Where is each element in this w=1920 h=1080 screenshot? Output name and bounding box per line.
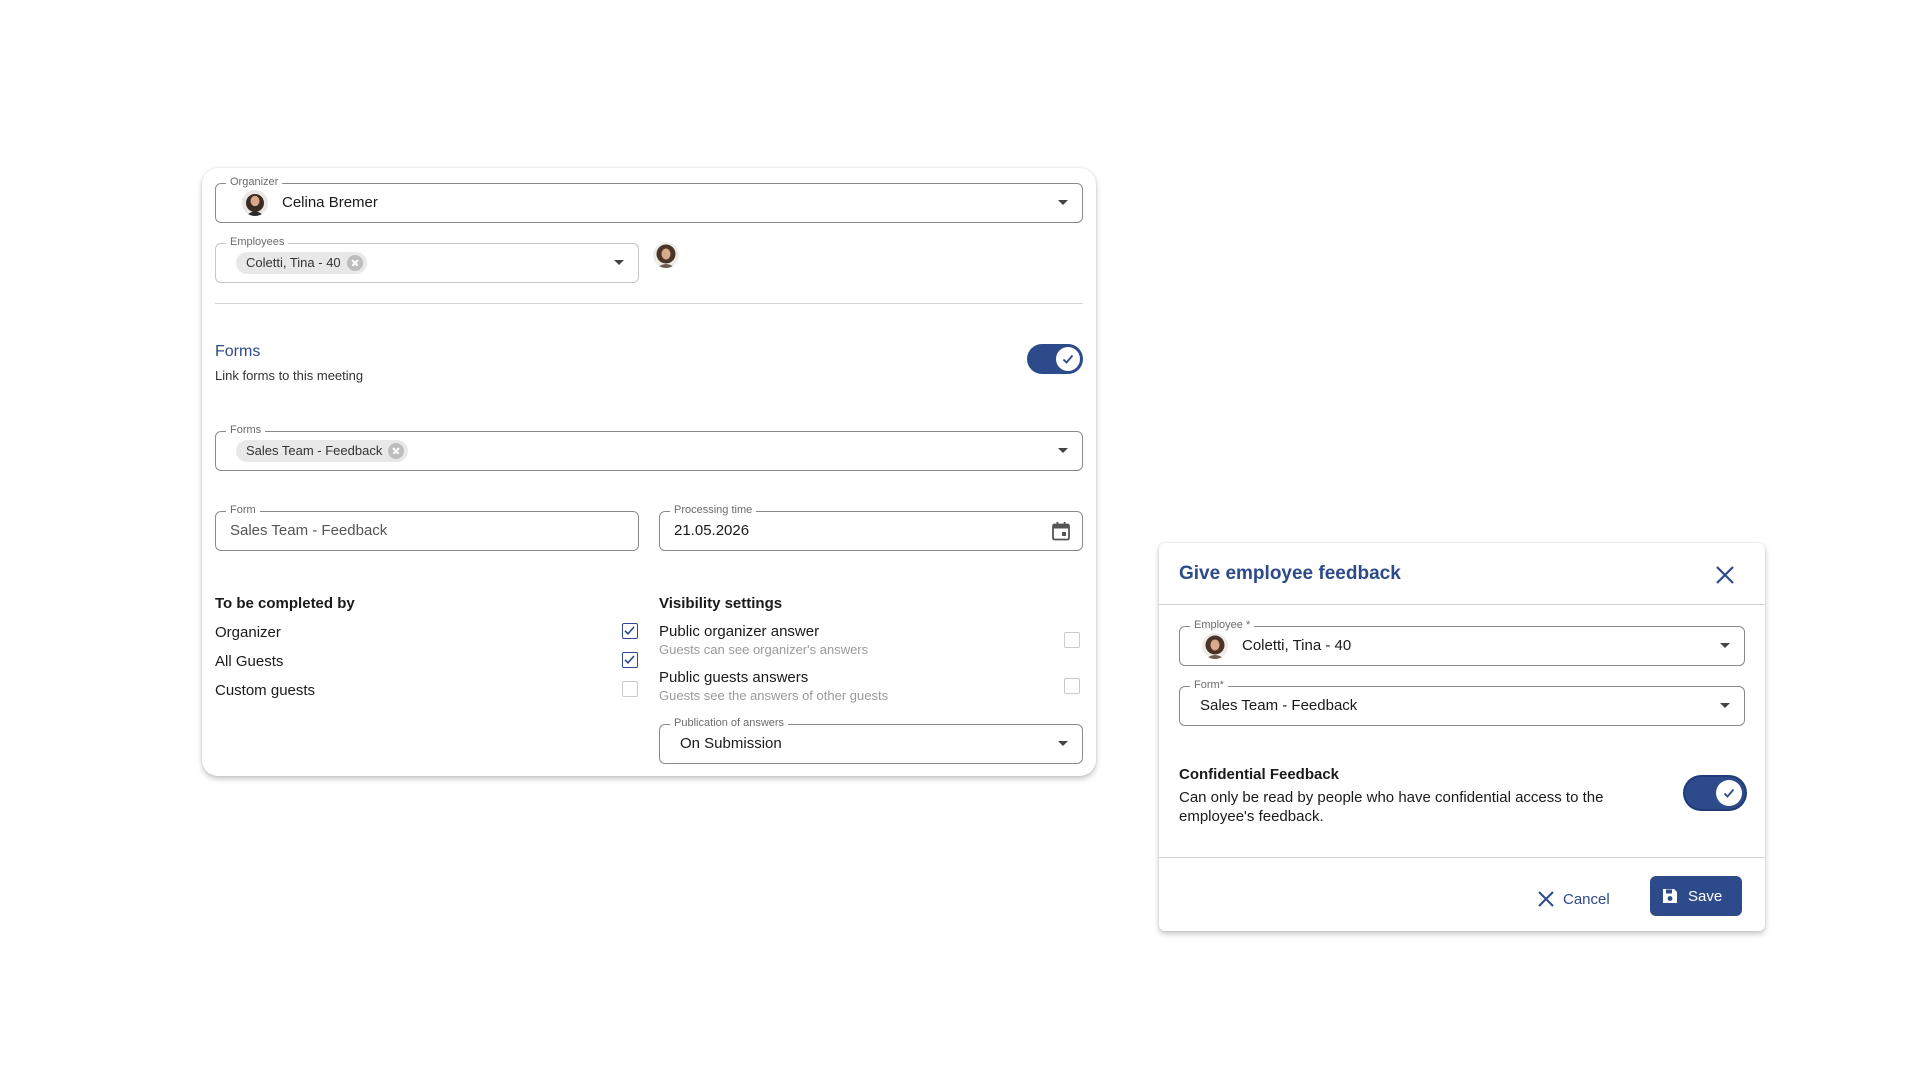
save-label: Save (1688, 887, 1723, 905)
chevron-down-icon[interactable] (614, 260, 624, 265)
custom-guests-checkbox[interactable] (622, 681, 638, 697)
public-organizer-answer-checkbox[interactable] (1064, 632, 1080, 648)
organizer-avatar (242, 189, 268, 216)
completed-by-title: To be completed by (215, 595, 355, 612)
dialog-form-value: Sales Team - Feedback (1200, 697, 1358, 714)
all-guests-checkbox[interactable] (622, 652, 638, 668)
public-organizer-answer-label: Public organizer answer (659, 623, 820, 640)
feedback-dialog: Give employee feedback Employee * Colett… (1159, 543, 1765, 931)
chevron-down-icon[interactable] (1058, 200, 1068, 205)
dialog-form-select[interactable]: Form* Sales Team - Feedback (1179, 678, 1745, 726)
forms-section-title: Forms (215, 343, 261, 360)
check-icon (1716, 780, 1742, 806)
employee-avatar (653, 242, 679, 268)
chevron-down-icon[interactable] (1058, 741, 1068, 746)
dialog-title: Give employee feedback (1179, 563, 1401, 584)
save-button[interactable]: Save (1650, 876, 1743, 916)
public-organizer-answer-sub: Guests can see organizer's answers (659, 642, 869, 657)
chevron-down-icon[interactable] (1720, 643, 1730, 648)
forms-select[interactable]: Forms Sales Team - Feedback (215, 423, 1083, 471)
completed-by-organizer-label: Organizer (215, 624, 281, 641)
employee-value: Coletti, Tina - 40 (1242, 637, 1352, 654)
chip-remove-icon[interactable] (388, 442, 405, 459)
confidential-toggle[interactable] (1685, 777, 1745, 809)
close-icon[interactable] (1711, 561, 1739, 589)
dialog-footer-divider (1159, 857, 1765, 858)
chip-remove-icon[interactable] (346, 254, 363, 271)
divider (215, 303, 1083, 304)
employee-chip[interactable]: Coletti, Tina - 40 (236, 251, 367, 274)
save-icon (1663, 889, 1677, 903)
public-guests-answers-sub: Guests see the answers of other guests (659, 688, 889, 703)
chevron-down-icon[interactable] (1720, 703, 1730, 708)
chevron-down-icon[interactable] (1058, 448, 1068, 453)
employee-chip-label: Coletti, Tina - 40 (246, 255, 341, 270)
calendar-icon[interactable] (1050, 520, 1072, 547)
employees-select[interactable]: Employees Coletti, Tina - 40 (215, 235, 639, 283)
completed-by-all-guests-label: All Guests (215, 653, 284, 670)
employee-avatar (1202, 632, 1228, 659)
cancel-button[interactable]: Cancel (1537, 879, 1610, 919)
form-value: Sales Team - Feedback (230, 522, 388, 539)
organizer-value: Celina Bremer (282, 194, 378, 211)
close-icon (1538, 891, 1554, 907)
organizer-select[interactable]: Organizer Celina Bremer (215, 175, 1083, 223)
publication-value: On Submission (680, 735, 782, 752)
form-chip-label: Sales Team - Feedback (246, 443, 383, 458)
form-input[interactable]: Form Sales Team - Feedback (215, 503, 639, 551)
public-guests-answers-checkbox[interactable] (1064, 678, 1080, 694)
forms-toggle[interactable] (1027, 344, 1083, 374)
employee-select[interactable]: Employee * Coletti, Tina - 40 (1179, 618, 1745, 666)
cancel-label: Cancel (1563, 890, 1610, 908)
dialog-header-divider (1159, 604, 1765, 605)
processing-time-value: 21.05.2026 (674, 522, 750, 539)
processing-time-input[interactable]: Processing time 21.05.2026 (659, 503, 1083, 551)
visibility-title: Visibility settings (659, 595, 783, 612)
confidential-description: Can only be read by people who have conf… (1179, 789, 1604, 825)
confidential-title: Confidential Feedback (1179, 766, 1340, 783)
check-icon (1056, 347, 1080, 371)
public-guests-answers-label: Public guests answers (659, 669, 809, 686)
completed-by-custom-guests-label: Custom guests (215, 682, 316, 699)
publication-select[interactable]: Publication of answers On Submission (659, 716, 1083, 764)
meeting-settings-card: Organizer Celina Bremer Employees Colett… (202, 168, 1096, 776)
organizer-checkbox[interactable] (622, 623, 638, 639)
forms-section-subtitle: Link forms to this meeting (215, 368, 364, 383)
form-chip[interactable]: Sales Team - Feedback (236, 439, 409, 462)
